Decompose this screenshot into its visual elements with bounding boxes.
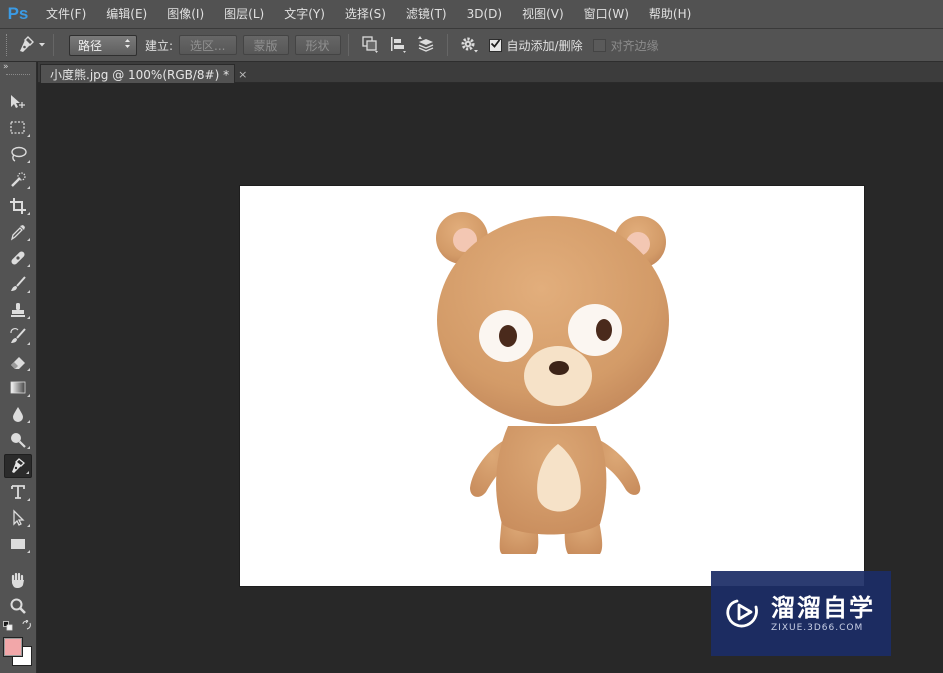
make-mask-button[interactable]: 蒙版: [242, 35, 289, 55]
blur-tool[interactable]: [4, 402, 32, 426]
rectangular-marquee-icon: [9, 120, 27, 136]
separator: [347, 34, 349, 56]
document-tab[interactable]: 小度熊.jpg @ 100%(RGB/8#) * ×: [40, 64, 247, 83]
hand-tool[interactable]: [4, 568, 32, 592]
menu-window[interactable]: 窗口(W): [574, 0, 639, 28]
make-shape-button[interactable]: 形状: [294, 35, 341, 55]
rectangle-tool[interactable]: [4, 532, 32, 556]
menu-layer[interactable]: 图层(L): [214, 0, 274, 28]
brush-icon: [9, 275, 27, 293]
chevron-down-icon: [38, 42, 46, 48]
path-arrangement-icon: [416, 35, 436, 56]
tools-panel-grip[interactable]: [6, 74, 30, 78]
move-tool[interactable]: [4, 90, 32, 114]
bandage-icon: [9, 249, 27, 267]
collapse-panel-button[interactable]: »: [0, 62, 36, 74]
gradient-tool[interactable]: [4, 376, 32, 400]
menu-file[interactable]: 文件(F): [36, 0, 96, 28]
swap-colors-icon[interactable]: [22, 619, 32, 633]
menu-help[interactable]: 帮助(H): [639, 0, 701, 28]
auto-add-delete-label: 自动添加/删除: [506, 38, 583, 53]
play-logo-icon: [725, 594, 761, 633]
brush-tool[interactable]: [4, 272, 32, 296]
history-brush-tool[interactable]: [4, 324, 32, 348]
tool-mode-value: 路径: [78, 38, 103, 53]
close-icon[interactable]: ×: [238, 68, 247, 81]
marquee-tool[interactable]: [4, 116, 32, 140]
quick-selection-tool[interactable]: [4, 168, 32, 192]
dodge-icon: [9, 431, 27, 449]
zoom-tool[interactable]: [4, 594, 32, 618]
updown-arrows-icon: [124, 38, 131, 52]
checkmark-icon: [490, 38, 501, 52]
settings-button[interactable]: [455, 33, 483, 57]
quick-selection-icon: [9, 171, 27, 189]
type-icon: [9, 483, 27, 501]
document-tab-title: 小度熊.jpg @ 100%(RGB/8#) *: [50, 67, 230, 82]
crop-icon: [9, 197, 27, 215]
drop-icon: [9, 405, 27, 423]
type-tool[interactable]: [4, 480, 32, 504]
default-colors-icon[interactable]: [3, 620, 13, 634]
zoom-icon: [9, 597, 27, 615]
eraser-tool[interactable]: [4, 350, 32, 374]
history-brush-icon: [9, 327, 27, 345]
rectangle-icon: [9, 536, 27, 552]
lasso-tool[interactable]: [4, 142, 32, 166]
path-operations-icon: [361, 35, 379, 56]
crop-tool[interactable]: [4, 194, 32, 218]
pen-tool[interactable]: [4, 454, 32, 478]
separator: [446, 34, 448, 56]
menu-3d[interactable]: 3D(D): [457, 0, 512, 28]
menu-select[interactable]: 选择(S): [335, 0, 396, 28]
path-alignment-button[interactable]: [384, 33, 412, 57]
hand-icon: [9, 571, 27, 589]
eraser-icon: [9, 353, 27, 371]
path-operations-button[interactable]: [356, 33, 384, 57]
gear-icon: [459, 35, 479, 56]
site-watermark: 溜溜自学 ZIXUE.3D66.COM: [711, 571, 891, 656]
tool-preset-picker[interactable]: [16, 35, 46, 55]
align-edges-label: 对齐边缘: [610, 38, 659, 53]
auto-add-delete-checkbox[interactable]: [488, 38, 502, 52]
options-bar-grip[interactable]: [6, 34, 12, 56]
stamp-icon: [9, 301, 27, 319]
lasso-icon: [9, 145, 27, 163]
document-tab-strip: 小度熊.jpg @ 100%(RGB/8#) * ×: [38, 62, 943, 83]
align-edges-checkbox[interactable]: [592, 38, 606, 52]
eyedropper-tool[interactable]: [4, 220, 32, 244]
eyedropper-icon: [9, 223, 27, 241]
move-icon: [8, 93, 28, 111]
watermark-title: 溜溜自学: [771, 594, 875, 622]
path-alignment-icon: [389, 35, 407, 56]
separator: [53, 34, 54, 56]
pen-icon: [9, 457, 27, 475]
menu-image[interactable]: 图像(I): [157, 0, 214, 28]
options-bar: 路径 建立: 选区... 蒙版 形状 自动添加/删除 对齐边缘: [0, 28, 943, 62]
menu-filter[interactable]: 滤镜(T): [396, 0, 457, 28]
document-canvas[interactable]: [240, 186, 864, 586]
path-selection-tool[interactable]: [4, 506, 32, 530]
menu-type[interactable]: 文字(Y): [274, 0, 335, 28]
healing-brush-tool[interactable]: [4, 246, 32, 270]
gradient-icon: [9, 380, 27, 396]
pen-icon: [16, 35, 38, 55]
arrow-icon: [9, 509, 27, 527]
photoshop-logo: Ps: [7, 4, 29, 23]
path-arrangement-button[interactable]: [412, 33, 440, 57]
tool-mode-select[interactable]: 路径: [69, 34, 137, 56]
make-label: 建立:: [145, 38, 174, 53]
watermark-text: 溜溜自学 ZIXUE.3D66.COM: [771, 594, 875, 633]
make-selection-button[interactable]: 选区...: [179, 35, 237, 55]
watermark-url: ZIXUE.3D66.COM: [771, 623, 864, 633]
menu-edit[interactable]: 编辑(E): [96, 0, 157, 28]
clone-stamp-tool[interactable]: [4, 298, 32, 322]
foreground-color-swatch[interactable]: [3, 637, 23, 657]
dodge-tool[interactable]: [4, 428, 32, 452]
menu-view[interactable]: 视图(V): [512, 0, 574, 28]
tools-panel: »: [0, 62, 37, 673]
menu-bar: Ps 文件(F) 编辑(E) 图像(I) 图层(L) 文字(Y) 选择(S) 滤…: [0, 0, 943, 28]
